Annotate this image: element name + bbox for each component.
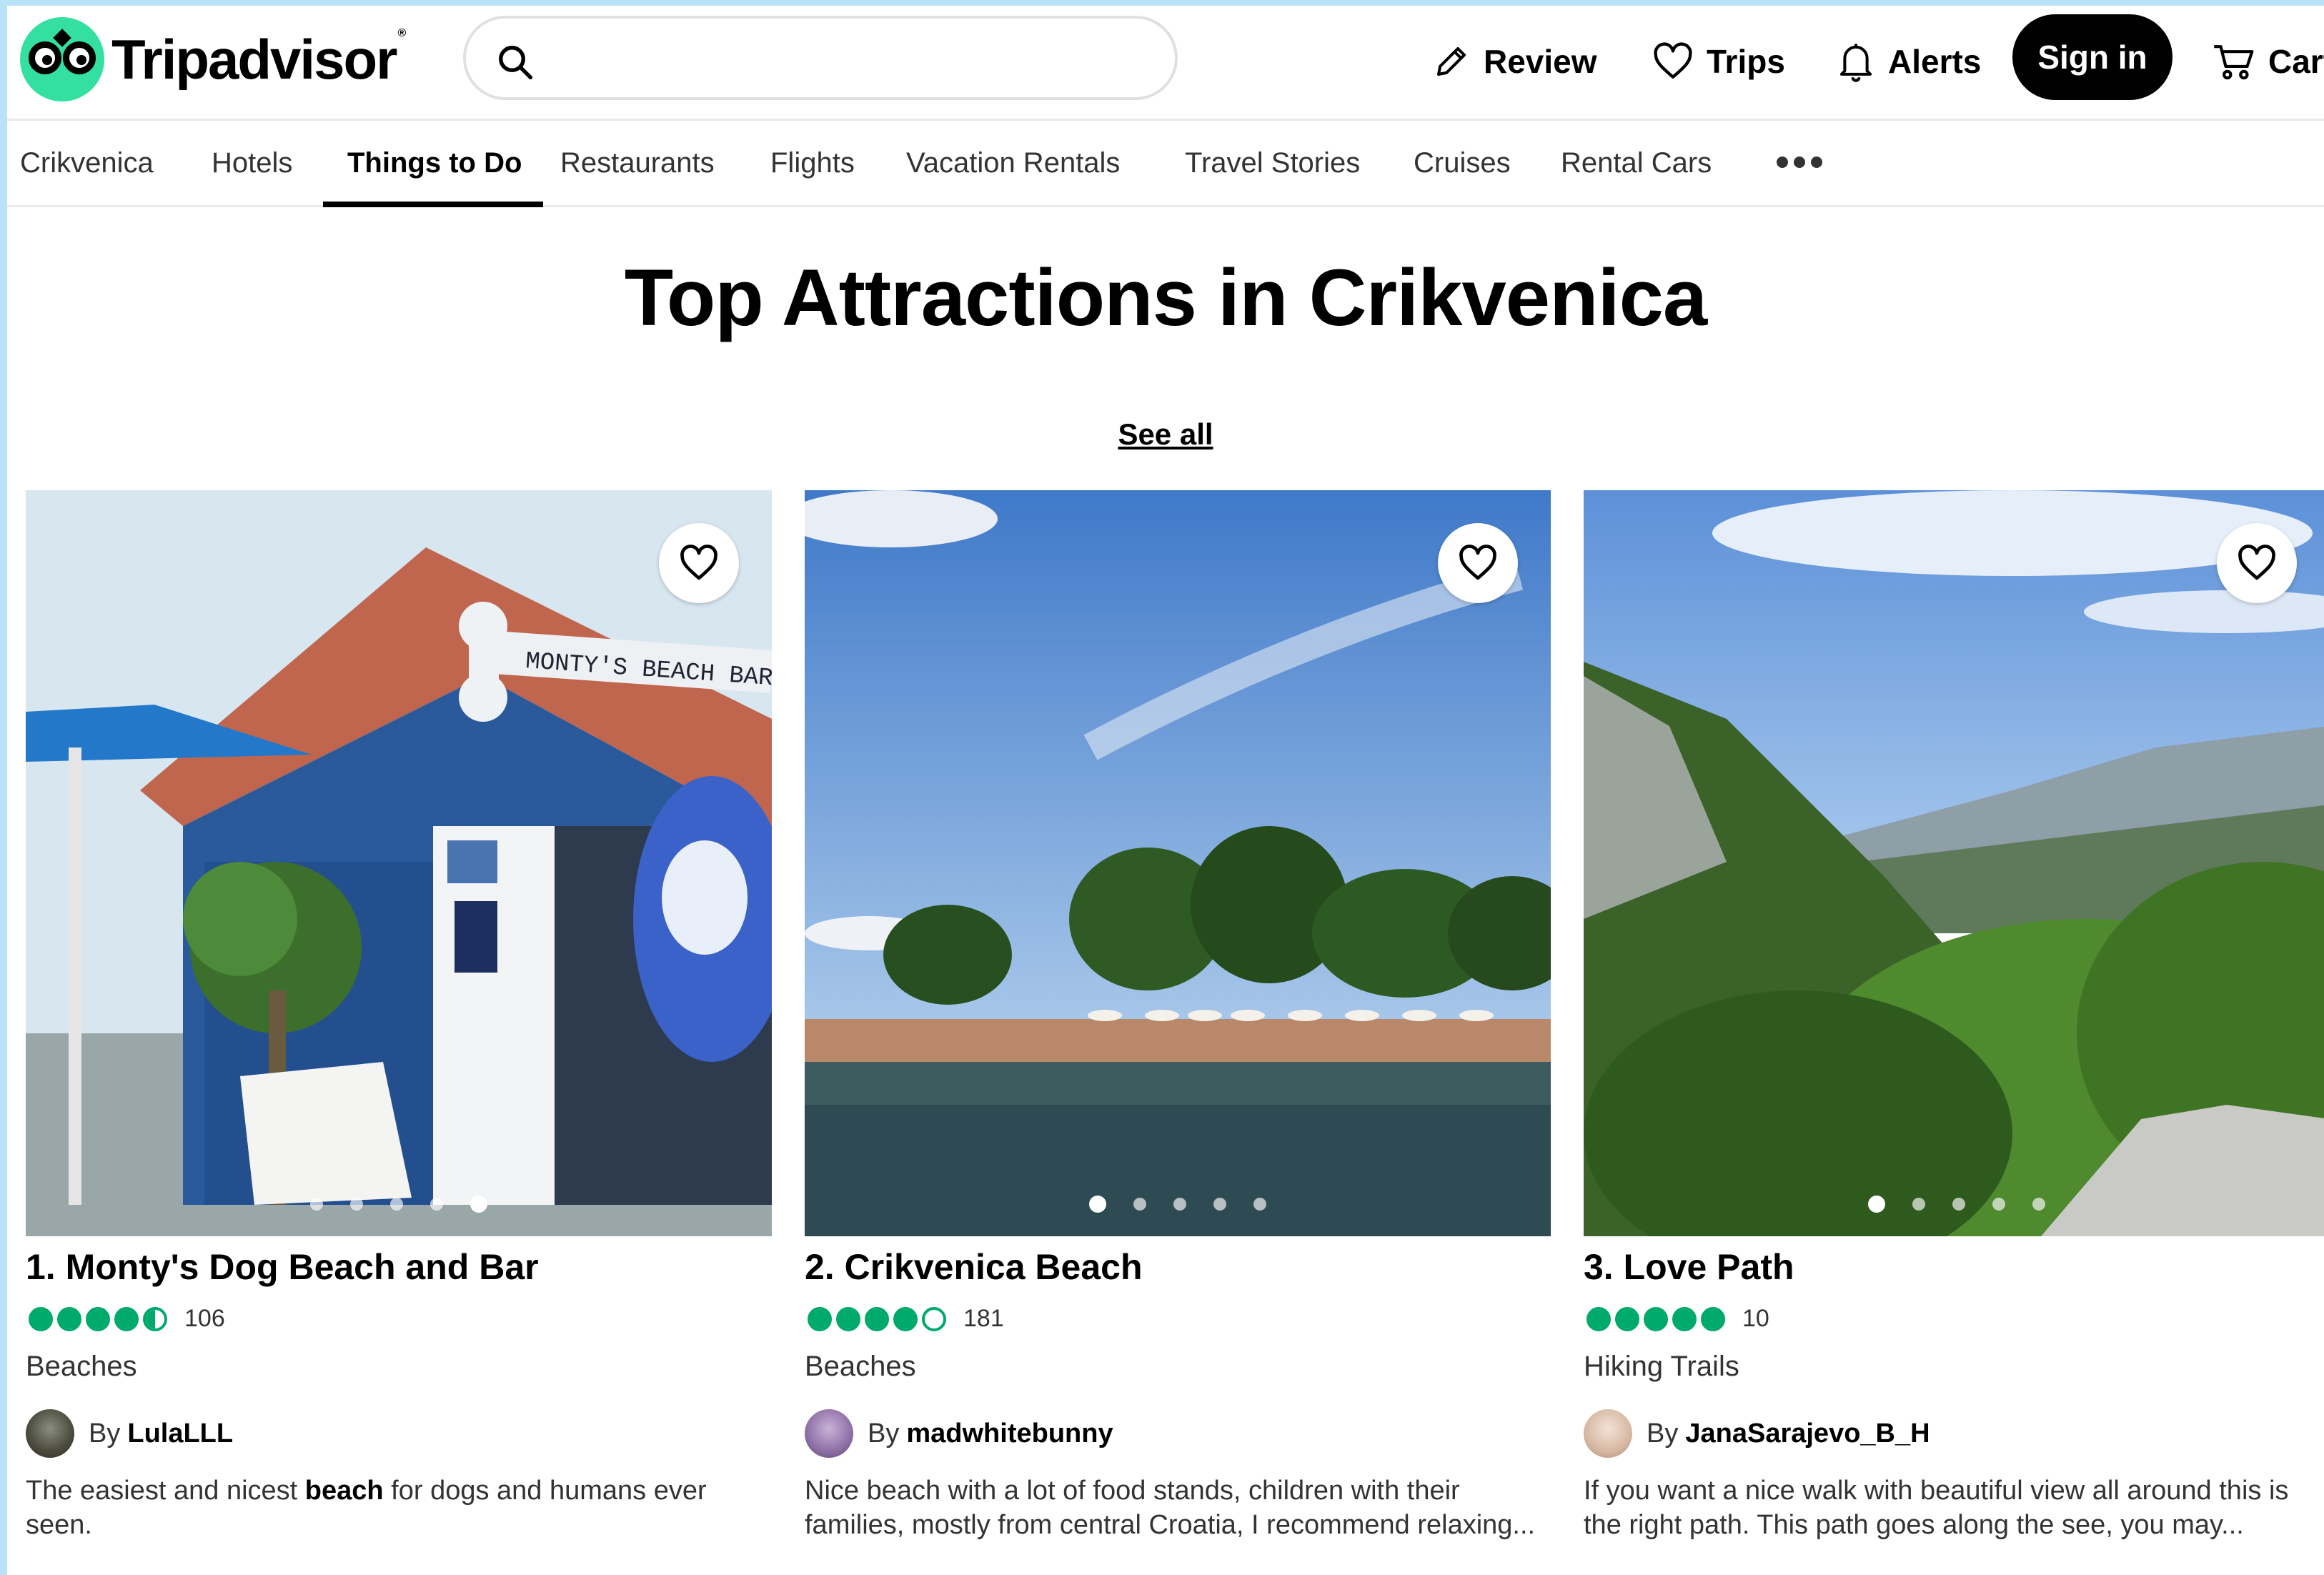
top-header: Tripadvisor ® Review Trips Alerts Sign in (7, 6, 2324, 119)
rating-bubbles: 106 (29, 1305, 225, 1333)
attraction-category: Beaches (805, 1351, 916, 1382)
tab-things-to-do[interactable]: Things to Do (347, 121, 522, 207)
author-name[interactable]: madwhitebunny (906, 1419, 1113, 1449)
bell-icon (1839, 44, 1872, 82)
tripadvisor-logo[interactable]: Tripadvisor ® (20, 17, 406, 101)
review-author: By LulaLLL (26, 1409, 233, 1458)
review-label: Review (1484, 43, 1597, 80)
save-to-trip-button[interactable] (2217, 523, 2297, 603)
heart-icon (680, 545, 717, 580)
owl-logo-icon (20, 17, 104, 101)
review-author: By JanaSarajevo_B_H (1584, 1409, 1930, 1458)
attraction-category: Beaches (26, 1351, 137, 1382)
attraction-photo[interactable] (805, 490, 1551, 1236)
trips-label: Trips (1707, 43, 1785, 80)
attraction-title[interactable]: 3. Love Path (1584, 1246, 1794, 1288)
category-tabs: Crikvenica Hotels Things to Do Restauran… (7, 119, 2324, 207)
author-name[interactable]: LulaLLL (127, 1419, 233, 1449)
attraction-card[interactable]: MONTY'S BEACH BAR 1. Monty's Dog Beach a… (26, 490, 772, 1575)
search-input[interactable] (552, 33, 1155, 84)
attraction-card[interactable]: 3. Love Path 10 Hiking Trails By JanaSar… (1584, 490, 2324, 1575)
review-count[interactable]: 10 (1742, 1305, 1769, 1333)
by-label: By (1647, 1418, 1679, 1449)
alerts-label: Alerts (1888, 43, 1982, 80)
tab-crikvenica[interactable]: Crikvenica (20, 121, 154, 207)
pencil-icon (1436, 46, 1466, 76)
logo-wordmark: Tripadvisor ® (111, 26, 406, 91)
more-tabs-icon[interactable] (1777, 156, 1822, 168)
tab-rental-cars[interactable]: Rental Cars (1561, 121, 1712, 207)
page-title: Top Attractions in Crikvenica (624, 253, 1707, 342)
photo-carousel-dots[interactable] (26, 1196, 772, 1213)
save-to-trip-button[interactable] (1438, 523, 1518, 603)
active-tab-indicator (323, 202, 543, 207)
see-all-link[interactable]: See all (7, 417, 2324, 452)
sign-in-button[interactable]: Sign in (2012, 14, 2172, 100)
attraction-title[interactable]: 1. Monty's Dog Beach and Bar (26, 1246, 539, 1288)
cart-label: Cart (2268, 43, 2324, 80)
review-author: By madwhitebunny (805, 1409, 1113, 1458)
author-name[interactable]: JanaSarajevo_B_H (1685, 1419, 1930, 1449)
attraction-photo[interactable] (1584, 490, 2324, 1236)
by-label: By (89, 1418, 121, 1449)
attraction-category: Hiking Trails (1584, 1351, 1739, 1382)
alerts-button[interactable]: Alerts (1837, 26, 1981, 97)
tab-restaurants[interactable]: Restaurants (560, 121, 715, 207)
avatar (26, 1409, 74, 1458)
photo-carousel-dots[interactable] (805, 1196, 1551, 1213)
tab-hotels[interactable]: Hotels (212, 121, 292, 207)
review-snippet: Nice beach with a lot of food stands, ch… (805, 1476, 1536, 1540)
tab-flights[interactable]: Flights (770, 121, 855, 207)
heart-icon (1654, 42, 1692, 79)
attraction-card[interactable]: 2. Crikvenica Beach 181 Beaches By madwh… (805, 490, 1551, 1575)
tab-cruises[interactable]: Cruises (1414, 121, 1511, 207)
save-to-trip-button[interactable] (659, 523, 739, 603)
tab-vacation-rentals[interactable]: Vacation Rentals (906, 121, 1120, 207)
photo-carousel-dots[interactable] (1584, 1196, 2324, 1213)
beach-photo (805, 490, 1551, 1236)
rating-bubbles: 10 (1586, 1305, 1769, 1333)
sign-in-label: Sign in (2037, 39, 2147, 76)
search-bar[interactable] (463, 16, 1178, 100)
review-count[interactable]: 106 (184, 1305, 225, 1333)
review-count[interactable]: 181 (963, 1305, 1004, 1333)
hiking-trail-photo (1584, 490, 2324, 1236)
cart-button[interactable]: Cart (2213, 26, 2324, 97)
heart-icon (2238, 545, 2275, 580)
rating-bubbles: 181 (808, 1305, 1004, 1333)
tab-travel-stories[interactable]: Travel Stories (1185, 121, 1360, 207)
cart-icon (2214, 45, 2254, 80)
beach-bar-photo: MONTY'S BEACH BAR (26, 490, 772, 1236)
by-label: By (868, 1418, 900, 1449)
attraction-title[interactable]: 2. Crikvenica Beach (805, 1246, 1143, 1288)
review-snippet: The easiest and nicest beach for dogs an… (26, 1476, 707, 1540)
avatar (1584, 1409, 1632, 1458)
search-icon (499, 46, 533, 80)
review-button[interactable]: Review (1432, 26, 1597, 97)
heart-icon (1459, 545, 1496, 580)
review-snippet: If you want a nice walk with beautiful v… (1584, 1476, 2289, 1540)
avatar (805, 1409, 853, 1458)
attraction-photo[interactable]: MONTY'S BEACH BAR (26, 490, 772, 1236)
trips-button[interactable]: Trips (1652, 26, 1785, 97)
